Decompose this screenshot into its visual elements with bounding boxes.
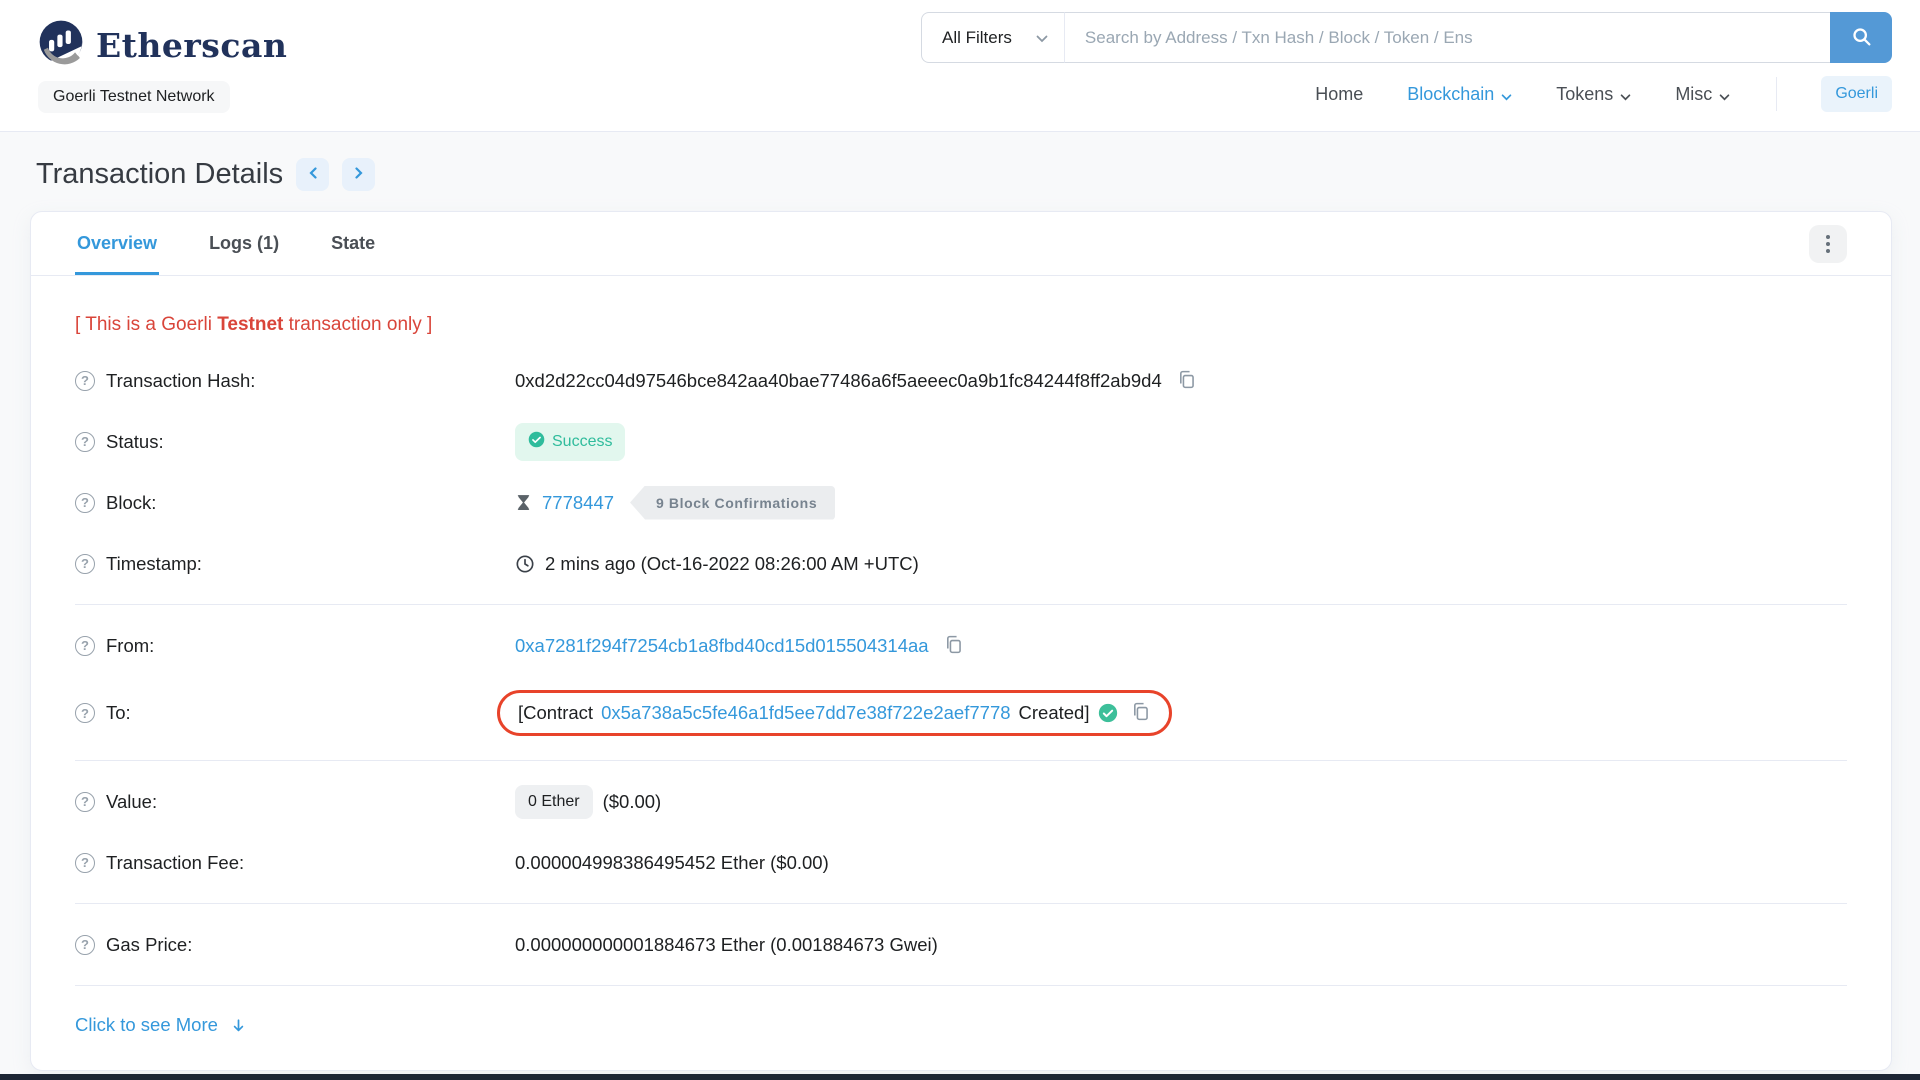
block-number-link[interactable]: 7778447	[542, 492, 614, 514]
row-label: Status:	[106, 430, 164, 452]
next-transaction-button[interactable]	[342, 158, 376, 191]
help-icon[interactable]: ?	[75, 791, 95, 812]
row-value: ? Value: 0 Ether ($0.00)	[75, 771, 1847, 832]
nav-item-home[interactable]: Home	[1315, 84, 1363, 105]
network-badge: Goerli Testnet Network	[38, 81, 230, 113]
row-label: Transaction Hash:	[106, 369, 256, 391]
main-nav: Home Blockchain Tokens Misc Goerli	[1315, 76, 1892, 112]
status-text: Success	[552, 432, 613, 450]
page-title: Transaction Details	[36, 158, 284, 190]
nav-divider	[1776, 77, 1778, 111]
brand[interactable]: Etherscan	[36, 18, 287, 73]
value-amount-badge: 0 Ether	[515, 784, 593, 819]
from-address-link[interactable]: 0xa7281f294f7254cb1a8fbd40cd15d015504314…	[515, 635, 929, 657]
nav-item-blockchain[interactable]: Blockchain	[1407, 83, 1512, 106]
brand-name: Etherscan	[96, 26, 288, 65]
copy-icon	[1176, 369, 1197, 393]
tab-overview[interactable]: Overview	[75, 212, 160, 275]
help-icon[interactable]: ?	[75, 431, 95, 452]
help-icon[interactable]: ?	[75, 370, 95, 391]
help-icon[interactable]: ?	[75, 635, 95, 656]
to-contract-suffix: Created]	[1018, 702, 1090, 723]
section-divider	[75, 985, 1847, 986]
tab-state[interactable]: State	[329, 212, 377, 275]
search-filter-dropdown[interactable]: All Filters	[921, 12, 1064, 63]
status-badge: Success	[515, 422, 626, 461]
block-confirmations-badge: 9 Block Confirmations	[630, 485, 836, 520]
row-label: Transaction Fee:	[106, 851, 245, 873]
row-label: From:	[106, 634, 155, 656]
row-transaction-hash: ? Transaction Hash: 0xd2d22cc04d97546bce…	[75, 350, 1847, 411]
help-icon[interactable]: ?	[75, 492, 95, 513]
previous-transaction-button[interactable]	[296, 158, 330, 191]
nav-label: Tokens	[1556, 83, 1614, 104]
transaction-card: Overview Logs (1) State [ This is a Goer…	[30, 211, 1892, 1071]
tab-bar: Overview Logs (1) State	[31, 212, 1891, 276]
tab-logs[interactable]: Logs (1)	[207, 212, 281, 275]
site-header: Etherscan Goerli Testnet Network All Fil…	[0, 0, 1920, 132]
search-input[interactable]	[1063, 12, 1830, 63]
row-to: ? To: [Contract 0x5a738a5c5fe46a1fd5ee7d…	[75, 676, 1847, 750]
transaction-hash-value: 0xd2d22cc04d97546bce842aa40bae77486a6f5a…	[515, 369, 1162, 391]
to-contract-annotation: [Contract 0x5a738a5c5fe46a1fd5ee7dd7e38f…	[497, 690, 1172, 736]
copy-transaction-hash-button[interactable]	[1176, 369, 1197, 393]
nav-item-misc[interactable]: Misc	[1675, 83, 1730, 106]
check-circle-icon	[528, 431, 545, 453]
gas-price-value: 0.000000000001884673 Ether (0.001884673 …	[515, 933, 938, 955]
timestamp-value: 2 mins ago (Oct-16-2022 08:26:00 AM +UTC…	[545, 552, 919, 574]
row-timestamp: ? Timestamp: 2 mins ago (Oct-16-2022 08:…	[75, 533, 1847, 594]
clock-icon	[515, 554, 535, 574]
section-divider	[75, 760, 1847, 761]
copy-icon	[943, 634, 964, 658]
copy-icon	[1130, 701, 1151, 725]
hourglass-icon	[515, 493, 532, 512]
chevron-down-icon	[1036, 28, 1048, 48]
search-icon	[1851, 26, 1872, 50]
row-status: ? Status: Success	[75, 411, 1847, 472]
row-gas-price: ? Gas Price: 0.000000000001884673 Ether …	[75, 914, 1847, 975]
row-label: Block:	[106, 491, 157, 513]
row-label: Gas Price:	[106, 933, 193, 955]
help-icon[interactable]: ?	[75, 703, 95, 723]
chevron-left-icon	[307, 167, 319, 182]
nav-label: Home	[1315, 83, 1364, 104]
to-contract-prefix: [Contract	[518, 702, 594, 723]
chevron-down-icon	[1620, 85, 1631, 106]
row-label: To:	[106, 702, 131, 723]
value-usd: ($0.00)	[602, 790, 662, 812]
nav-label: Blockchain	[1407, 83, 1495, 104]
row-transaction-fee: ? Transaction Fee: 0.000004998386495452 …	[75, 832, 1847, 893]
network-switch-button[interactable]: Goerli	[1821, 76, 1892, 112]
nav-item-tokens[interactable]: Tokens	[1556, 83, 1631, 106]
transaction-fee-value: 0.000004998386495452 Ether ($0.00)	[515, 851, 829, 873]
row-from: ? From: 0xa7281f294f7254cb1a8fbd40cd15d0…	[75, 615, 1847, 676]
help-icon[interactable]: ?	[75, 852, 95, 873]
help-icon[interactable]: ?	[75, 553, 95, 574]
verified-check-icon	[1098, 703, 1118, 723]
etherscan-logo-icon	[36, 18, 86, 73]
search-bar: All Filters	[921, 12, 1892, 63]
to-contract-address-link[interactable]: 0x5a738a5c5fe46a1fd5ee7dd7e38f722e2aef77…	[601, 702, 1010, 724]
help-icon[interactable]: ?	[75, 934, 95, 955]
chevron-right-icon	[353, 167, 365, 182]
copy-from-address-button[interactable]	[943, 634, 964, 658]
kebab-icon	[1826, 234, 1830, 239]
section-divider	[75, 903, 1847, 904]
copy-to-address-button[interactable]	[1130, 701, 1151, 725]
footer-strip	[0, 1074, 1920, 1080]
nav-label: Misc	[1675, 83, 1713, 104]
more-options-button[interactable]	[1809, 224, 1847, 263]
click-to-see-more-link[interactable]: Click to see More	[75, 1014, 218, 1036]
row-label: Value:	[106, 790, 158, 812]
chevron-down-icon	[1719, 85, 1730, 106]
search-button[interactable]	[1830, 12, 1892, 63]
section-divider	[75, 604, 1847, 605]
arrow-down-icon	[230, 1017, 247, 1034]
row-block: ? Block: 7778447 9 Block Confirmations	[75, 472, 1847, 533]
testnet-notice: [ This is a Goerli Testnet transaction o…	[75, 314, 433, 335]
chevron-down-icon	[1501, 85, 1512, 106]
search-filter-label: All Filters	[942, 27, 1012, 47]
row-label: Timestamp:	[106, 552, 202, 574]
